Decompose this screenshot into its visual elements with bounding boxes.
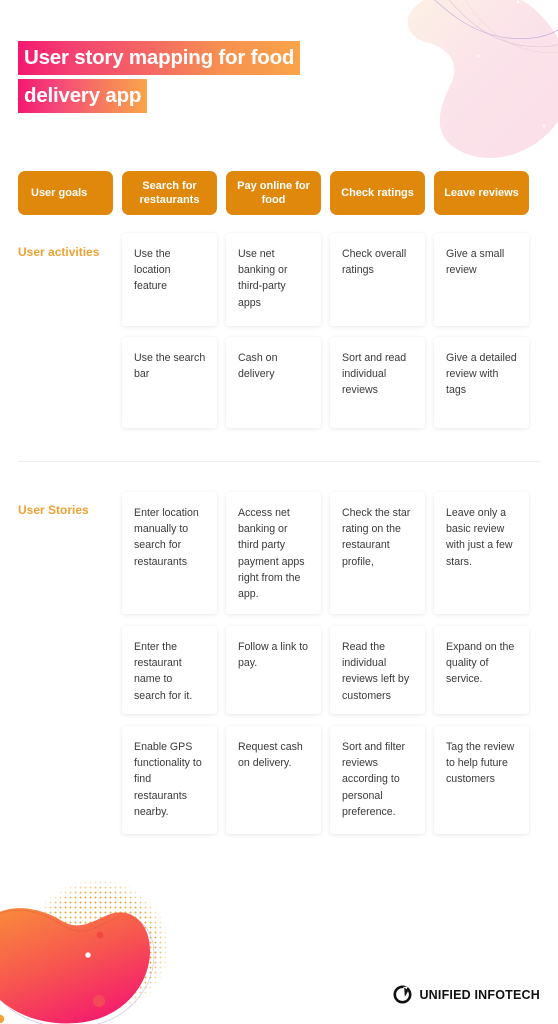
activity-card[interactable]: Use net banking or third-party apps <box>226 233 321 326</box>
section-divider <box>18 461 540 462</box>
story-card[interactable]: Expand on the quality of service. <box>434 626 529 714</box>
activity-card[interactable]: Cash on delivery <box>226 337 321 428</box>
activity-card[interactable]: Sort and read individual reviews <box>330 337 425 428</box>
stories-column-3: Check the star rating on the restaurant … <box>330 492 425 834</box>
activities-column-2: Use net banking or third-party apps Cash… <box>226 233 321 428</box>
story-card[interactable]: Check the star rating on the restaurant … <box>330 492 425 614</box>
section-label-user-stories: User Stories <box>18 503 89 517</box>
activity-card[interactable]: Use the location feature <box>122 233 217 326</box>
goal-tab-pay-online-for-food[interactable]: Pay online for food <box>226 171 321 215</box>
story-card[interactable]: Tag the review to help future customers <box>434 726 529 834</box>
activities-column-3: Check overall ratings Sort and read indi… <box>330 233 425 428</box>
section-label-user-activities: User activities <box>18 245 100 259</box>
stories-column-2: Access net banking or third party paymen… <box>226 492 321 834</box>
activity-card[interactable]: Use the search bar <box>122 337 217 428</box>
story-card[interactable]: Sort and filter reviews according to per… <box>330 726 425 834</box>
unified-infotech-mark-icon <box>393 985 412 1004</box>
user-goals-row: User goals Search for restaurants Pay on… <box>18 171 529 215</box>
user-goals-header-tab[interactable]: User goals <box>18 171 113 215</box>
activities-column-1: Use the location feature Use the search … <box>122 233 217 428</box>
stories-column-4: Leave only a basic review with just a fe… <box>434 492 529 834</box>
story-card[interactable]: Enable GPS functionality to find restaur… <box>122 726 217 834</box>
story-card[interactable]: Enter location manually to search for re… <box>122 492 217 614</box>
story-card[interactable]: Read the individual reviews left by cust… <box>330 626 425 714</box>
activity-card[interactable]: Give a detailed review with tags <box>434 337 529 428</box>
goal-tab-check-ratings[interactable]: Check ratings <box>330 171 425 215</box>
activity-card[interactable]: Check overall ratings <box>330 233 425 326</box>
activity-card[interactable]: Give a small review <box>434 233 529 326</box>
goal-tab-search-for-restaurants[interactable]: Search for restaurants <box>122 171 217 215</box>
footer-brand-logo: UNIFIED INFOTECH <box>393 985 540 1004</box>
goal-tab-leave-reviews[interactable]: Leave reviews <box>434 171 529 215</box>
story-card[interactable]: Enter the restaurant name to search for … <box>122 626 217 714</box>
page-title: User story mapping for food delivery app <box>18 41 378 117</box>
infographic-page: User story mapping for food delivery app… <box>0 0 558 1024</box>
story-card[interactable]: Follow a link to pay. <box>226 626 321 714</box>
story-card[interactable]: Access net banking or third party paymen… <box>226 492 321 614</box>
story-card[interactable]: Leave only a basic review with just a fe… <box>434 492 529 614</box>
page-title-line-2: delivery app <box>18 79 148 114</box>
brand-name: UNIFIED INFOTECH <box>419 987 540 1002</box>
stories-column-1: Enter location manually to search for re… <box>122 492 217 834</box>
activities-column-4: Give a small review Give a detailed revi… <box>434 233 529 428</box>
page-title-line-1: User story mapping for food <box>18 41 301 76</box>
story-card[interactable]: Request cash on delivery. <box>226 726 321 834</box>
